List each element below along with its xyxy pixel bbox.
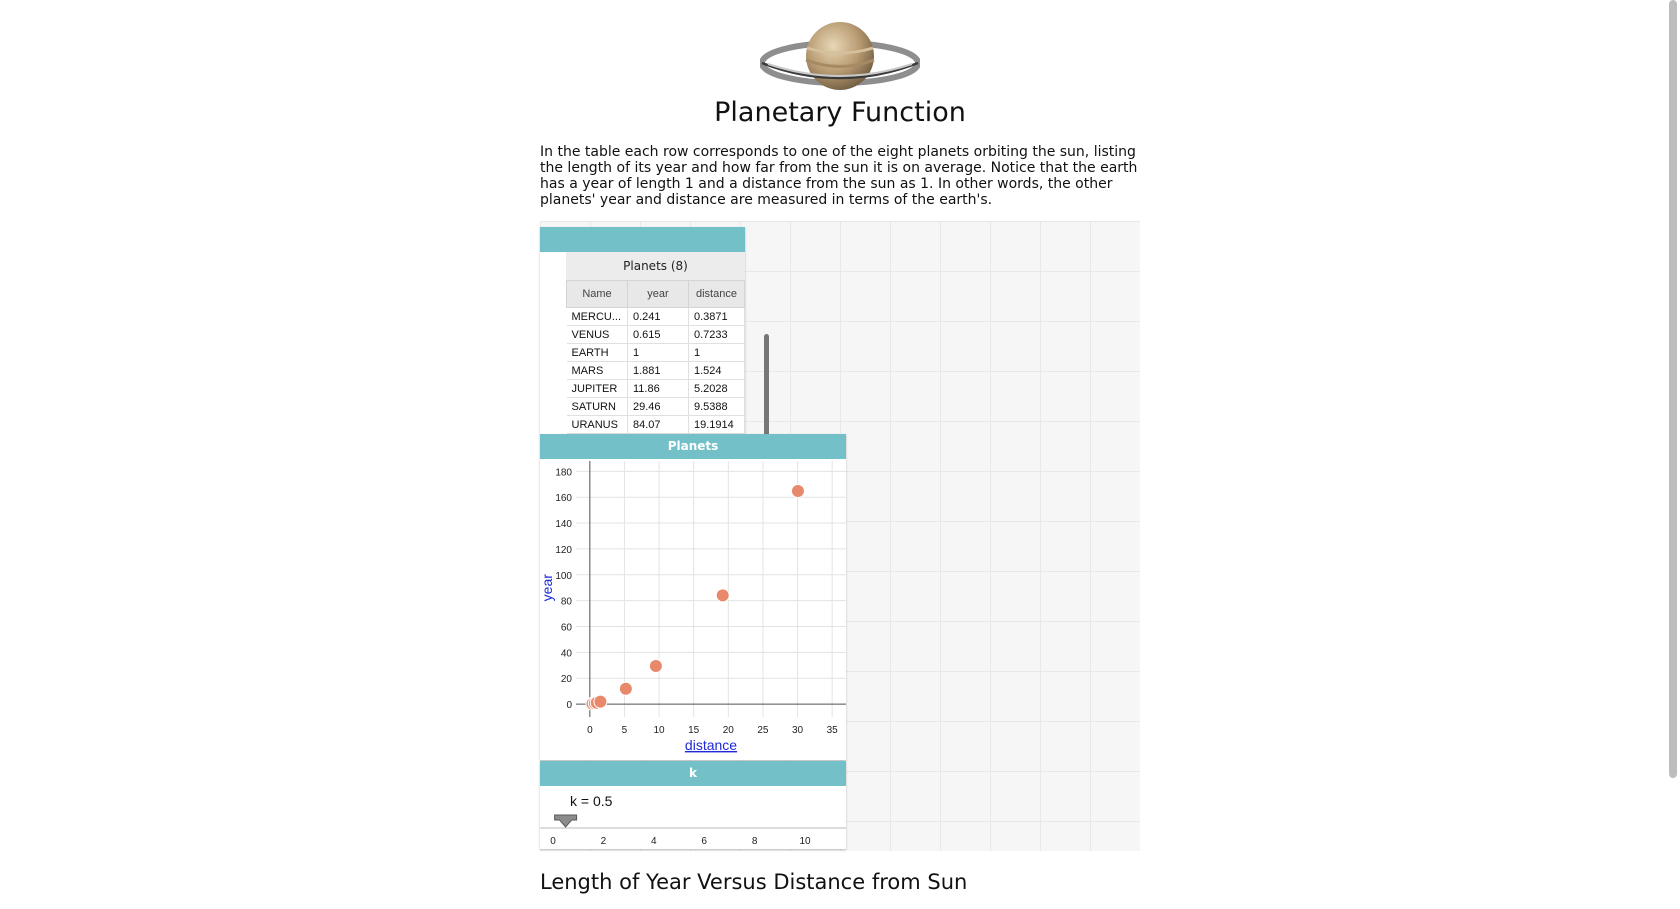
page-title: Planetary Function [714,97,966,128]
cell-distance[interactable]: 9.5388 [688,397,745,416]
section-heading: Length of Year Versus Distance from Sun [540,870,968,894]
cell-year[interactable]: 11.86 [627,379,689,398]
table-tile-header[interactable] [540,227,745,252]
cell-year[interactable]: 29.46 [627,397,689,416]
y-tick-label: 180 [555,467,572,478]
slider-value-label: k = 0.5 [570,793,613,809]
cell-name[interactable]: MERCU... [566,307,628,326]
table-row[interactable]: MERCU... 0.241 0.3871 [566,307,745,326]
cell-year[interactable]: 0.241 [627,307,689,326]
y-tick-label: 20 [561,674,573,685]
cell-name[interactable]: URANUS [566,415,628,434]
cell-year[interactable]: 84.07 [627,415,689,434]
table-row[interactable]: MARS 1.881 1.524 [566,361,745,380]
intro-paragraph: In the table each row corresponds to one… [540,144,1138,208]
saturn-icon [760,22,920,90]
slider-tile-header[interactable]: k [540,761,846,786]
data-point[interactable] [790,483,805,498]
table-caption: Planets (8) [566,252,745,280]
cell-distance[interactable]: 19.1914 [688,415,745,434]
data-point[interactable] [715,588,730,603]
cell-distance[interactable]: 1.524 [688,361,745,380]
x-tick-label: 20 [723,725,735,736]
cell-name[interactable]: EARTH [566,343,628,362]
y-tick-label: 120 [555,545,572,556]
column-header-name[interactable]: Name [566,280,628,308]
graph-tile[interactable]: Planets 0 5 10 15 20 25 30 35 0 20 40 60 80 100 120 140… [539,434,846,760]
data-point[interactable] [593,694,608,709]
table-body: Planets (8) Name year distance MERCU... 0… [566,252,769,442]
table-row[interactable]: JUPITER 11.86 5.2028 [566,379,745,398]
slider-tick-label: 4 [651,836,657,847]
data-point[interactable] [618,681,633,696]
y-tick-label: 40 [561,648,573,659]
x-tick-label: 0 [587,725,593,736]
table-row[interactable]: EARTH 1 1 [566,343,745,362]
column-header-distance[interactable]: distance [688,280,745,308]
table-row[interactable]: URANUS 84.07 19.1914 [566,415,745,434]
cell-year[interactable]: 1.881 [627,361,689,380]
x-tick-label: 15 [688,725,700,736]
slider-thumb[interactable] [554,814,578,828]
x-tick-label: 25 [757,725,769,736]
y-tick-label: 60 [561,622,573,633]
data-point[interactable] [648,658,663,673]
graph-tile-header[interactable]: Planets [540,434,846,459]
cell-name[interactable]: MARS [566,361,628,380]
slider-tile[interactable]: k k = 0.5 0 2 4 6 8 10 [540,761,846,849]
y-tick-label: 100 [555,571,572,582]
x-tick-label: 5 [622,725,628,736]
cell-name[interactable]: SATURN [566,397,628,416]
x-tick-label: 10 [654,725,666,736]
y-axis-label[interactable]: year [539,574,555,602]
table-row[interactable]: SATURN 29.46 9.5388 [566,397,745,416]
scatter-plot[interactable]: 0 5 10 15 20 25 30 35 0 20 40 60 80 100 120 140 160 180 di… [539,459,846,760]
column-header-year[interactable]: year [627,280,689,308]
y-tick-label: 80 [561,597,573,608]
table-tile[interactable]: Planets (8) Name year distance MERCU... 0… [540,227,769,442]
cell-distance[interactable]: 0.7233 [688,325,745,344]
cell-distance[interactable]: 1 [688,343,745,362]
slider-tick-label: 8 [752,836,758,847]
cell-distance[interactable]: 0.3871 [688,307,745,326]
slider-tick-label: 10 [799,836,811,847]
x-tick-label: 30 [792,725,804,736]
cell-name[interactable]: JUPITER [566,379,628,398]
slider-tick-label: 6 [701,836,707,847]
x-tick-label: 35 [827,725,839,736]
page-scrollbar[interactable] [1669,0,1677,778]
planets-table[interactable]: Name year distance MERCU... 0.241 0.3871 VE… [566,280,745,434]
y-tick-label: 160 [555,493,572,504]
cell-year[interactable]: 0.615 [627,325,689,344]
cell-distance[interactable]: 5.2028 [688,379,745,398]
table-scrollbar[interactable] [764,334,769,442]
cell-year[interactable]: 1 [627,343,689,362]
y-tick-label: 140 [555,519,572,530]
x-axis-label[interactable]: distance [685,737,737,753]
slider-track[interactable]: 0 2 4 6 8 10 [540,813,846,849]
y-tick-label: 0 [566,700,572,711]
cell-name[interactable]: VENUS [566,325,628,344]
table-row[interactable]: VENUS 0.615 0.7233 [566,325,745,344]
slider-tick-label: 2 [601,836,607,847]
slider-tick-label: 0 [550,836,556,847]
